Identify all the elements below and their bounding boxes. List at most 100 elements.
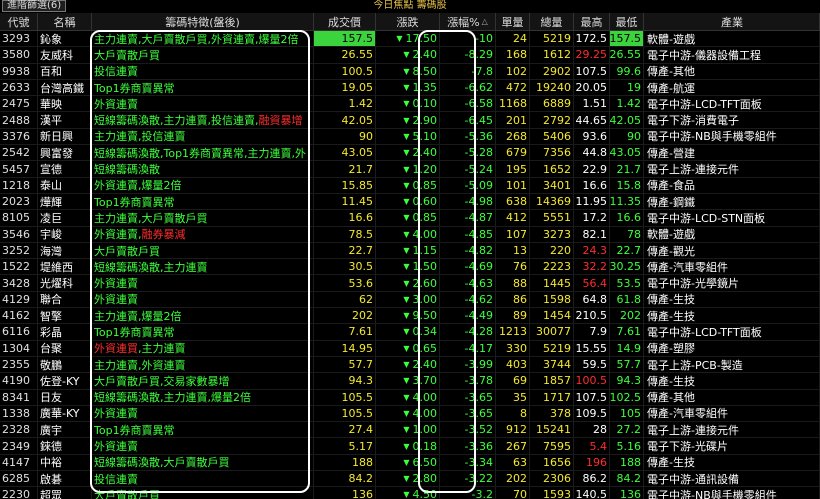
total-volume: 7595 [530,438,574,454]
price-change: ▼ 1.20 [376,161,440,177]
header-industry[interactable]: 產業 [644,13,820,30]
header-change[interactable]: 漲跌 [376,13,440,30]
price-change: ▼ 2.40 [376,145,440,161]
low-price: 19 [610,79,644,96]
header-price[interactable]: 成交價 [314,13,376,30]
table-row[interactable]: 2349 錸德 外資連賣 5.17 ▼ 0.18 -3.36 267 7595 5.4 5.16 電子… [0,438,820,455]
unit-volume: 1213 [496,324,530,340]
stock-name: 台聚 [38,340,92,356]
table-row[interactable]: 3428 光燿科 外資連賣 53.6 ▼ 2.60 -4.63 88 1445 56.4 53.5 電… [0,275,820,292]
last-price: 105.5 [314,389,376,405]
last-price: 26.55 [314,47,376,63]
table-row[interactable]: 6116 彩晶 Top1券商賣異常 7.61 ▼ 0.34 -4.28 1213 30077 7.… [0,324,820,341]
header-change-pct[interactable]: 漲幅% △ [440,13,496,30]
header-name[interactable]: 名稱 [38,13,92,30]
table-row[interactable]: 4129 聯合 外資連賣 62 ▼ 3.00 -4.62 86 1598 64.8 61.8 傳產-生… [0,291,820,309]
header-total-volume[interactable]: 總量 [530,13,574,30]
table-row[interactable]: 2355 敬鵬 主力連賣,外資連賣 57.7 ▼ 2.40 -3.99 403 3744 59.5… [0,356,820,374]
total-volume: 6889 [530,96,574,112]
stock-name: 超眾 [38,487,92,499]
change-percent: -4.98 [440,193,496,210]
high-price: 1.51 [574,96,610,112]
high-price: 11.95 [574,193,610,210]
table-row[interactable]: 1304 台聚 外資連買 ,主力連賣 14.95 ▼ 0.65 -4.17 330 5219 15.… [0,340,820,357]
price-change-value: 1.35 [412,81,438,95]
table-row[interactable]: 2023 燁輝 Top1券商賣異常 11.45 ▼ 0.60 -4.98 638 14369 11… [0,193,820,211]
price-change: ▼ 0.10 [376,96,440,112]
stock-name: 凌巨 [38,210,92,226]
feature-tag: Top1券商賣異常 [94,326,175,339]
price-change: ▼ 2.90 [376,112,440,128]
table-row[interactable]: 6285 啟碁 投信連賣 84.2 ▼ 2.80 -3.22 202 2306 86.2 84.2 電… [0,471,820,488]
total-volume: 30077 [530,324,574,340]
table-row[interactable]: 9938 百和 投信連賣 100.5 ▼ 8.50 -7.8 102 2902 107.5 99.6… [0,63,820,80]
stock-name: 泰山 [38,177,92,193]
low-price: 27.2 [610,422,644,438]
table-row[interactable]: 1338 廣華-KY 外資連賣 105.5 ▼ 4.00 -3.65 8 378 109.5 105… [0,405,820,423]
stock-code: 9938 [0,63,38,79]
price-change: ▼ 0.60 [376,193,440,210]
total-volume: 3744 [530,356,574,373]
table-header: 代號 名稱 籌碼特徵(盤後) 成交價 漲跌 漲幅% △ 單量 總量 最高 最低 產… [0,13,820,31]
last-price: 84.2 [314,471,376,487]
header-unit-volume[interactable]: 單量 [496,13,530,30]
stock-name: 宇峻 [38,226,92,242]
table-row[interactable]: 4162 智擎 主力連賣,爆量2倍 202 ▼ 9.50 -4.49 89 1454 210.5 2… [0,308,820,325]
table-row[interactable]: 2230 超眾 大戶賣散戶買 136 ▼ 4.50 -3.2 70 1593 140.5 136 電子… [0,487,820,499]
price-change-value: 4.00 [412,390,438,404]
unit-volume: 168 [496,47,530,63]
last-price: 5.17 [314,438,376,454]
stock-code: 4162 [0,308,38,324]
table-row[interactable]: 8341 日友 短線籌碼渙散,主力連賣,爆量2倍 105.5 ▼ 4.00 -3.65 35 1… [0,389,820,406]
high-price: 64.8 [574,291,610,308]
last-price: 22.7 [314,242,376,259]
header-high[interactable]: 最高 [574,13,610,30]
table-row[interactable]: 3376 新日興 主力連賣,投信連賣 90 ▼ 5.10 -5.36 268 5406 93.6 9… [0,128,820,146]
table-row[interactable]: 8105 凌巨 主力連賣,大戶賣散戶買 16.6 ▼ 0.85 -4.87 412 5551 17… [0,210,820,227]
total-volume: 5406 [530,128,574,145]
feature-tag: 大戶賣散戶買 [94,244,160,258]
down-arrow-icon: ▼ [403,213,410,223]
feature-tag: Top1券商賣異常 [94,423,175,437]
low-price: 11.35 [610,193,644,210]
feature-tag: 短線籌碼渙散,Top1券商賣異常,主力連賣,外 [94,146,307,160]
down-arrow-icon: ▼ [403,457,410,467]
table-row[interactable]: 2542 興富發 短線籌碼渙散,Top1券商賣異常,主力連賣,外 43.05 ▼ 2.40… [0,145,820,162]
table-row[interactable]: 2475 華映 外資連賣 1.42 ▼ 0.10 -6.58 1168 6889 1.51 1.42… [0,96,820,113]
table-row[interactable]: 1218 泰山 外資連賣,爆量2倍 15.85 ▼ 0.85 -5.09 101 3401 16.… [0,177,820,194]
header-code[interactable]: 代號 [0,13,38,30]
high-price: 7.9 [574,324,610,340]
price-change: ▼ 6.50 [376,454,440,471]
table-row[interactable]: 1522 堤維西 短線籌碼渙散,主力連賣 30.5 ▼ 1.50 -4.69 76 2223 32… [0,259,820,276]
table-row[interactable]: 4147 中裕 短線籌碼渙散,大戶賣散戶買 188 ▼ 6.50 -3.34 63 1656 19… [0,454,820,472]
stock-code: 3428 [0,275,38,291]
table-row[interactable]: 4190 佐登-KY 大戶賣散戶買,交易家數暴增 94.3 ▼ 3.70 -3.78 69 18… [0,373,820,390]
industry: 傳產-生技 [644,454,820,471]
price-change: ▼ 2.60 [376,275,440,291]
table-row[interactable]: 3580 友威科 大戶賣散戶買 26.55 ▼ 2.40 -8.29 168 1612 29.25… [0,47,820,64]
table-row[interactable]: 2488 漢平 短線籌碼渙散,主力連賣,投信連賣, 融資暴增 42.05 ▼ 2.90 -6.… [0,112,820,129]
table-row[interactable]: 3293 鈊象 主力連賣,大戶賣散戶買,外資連賣,爆量2倍 157.5 ▼ 17.50 -1… [0,31,820,48]
table-row[interactable]: 2328 廣宇 Top1券商賣異常 27.4 ▼ 1.00 -3.52 912 15241 28 2… [0,422,820,439]
unit-volume: 69 [496,373,530,389]
unit-volume: 13 [496,242,530,259]
unit-volume: 102 [496,63,530,79]
unit-volume: 101 [496,177,530,193]
header-low[interactable]: 最低 [610,13,644,30]
header-chip-features[interactable]: 籌碼特徵(盤後) [92,13,314,30]
table-row[interactable]: 5457 宣德 短線籌碼渙散 21.7 ▼ 1.20 -5.24 195 1652 22.9 21.… [0,161,820,178]
advanced-filter-tab[interactable]: 進階篩選(6) [2,0,67,12]
table-row[interactable]: 3252 海灣 大戶賣散戶買 22.7 ▼ 1.15 -4.82 13 220 24.3 22.7 傳… [0,242,820,260]
industry: 傳產-營建 [644,145,820,161]
change-percent: -4.62 [440,291,496,308]
table-row[interactable]: 2633 台灣高鐵 Top1券商賣異常 19.05 ▼ 1.35 -6.62 472 19240… [0,79,820,97]
down-arrow-icon: ▼ [403,392,410,402]
feature-tag: 外資連賣 [94,277,138,291]
chip-features: 短線籌碼渙散,大戶賣散戶買 [92,454,314,471]
price-change-value: 17.50 [405,32,438,46]
down-arrow-icon: ▼ [403,474,410,484]
chip-features: 投信連賣 [92,63,314,79]
industry: 傳產-航運 [644,79,820,96]
table-row[interactable]: 3546 宇峻 外資連賣, 融券暴減 78.5 ▼ 4.00 -4.85 107 3273 82.1… [0,226,820,243]
price-change-value: 4.50 [412,488,438,499]
